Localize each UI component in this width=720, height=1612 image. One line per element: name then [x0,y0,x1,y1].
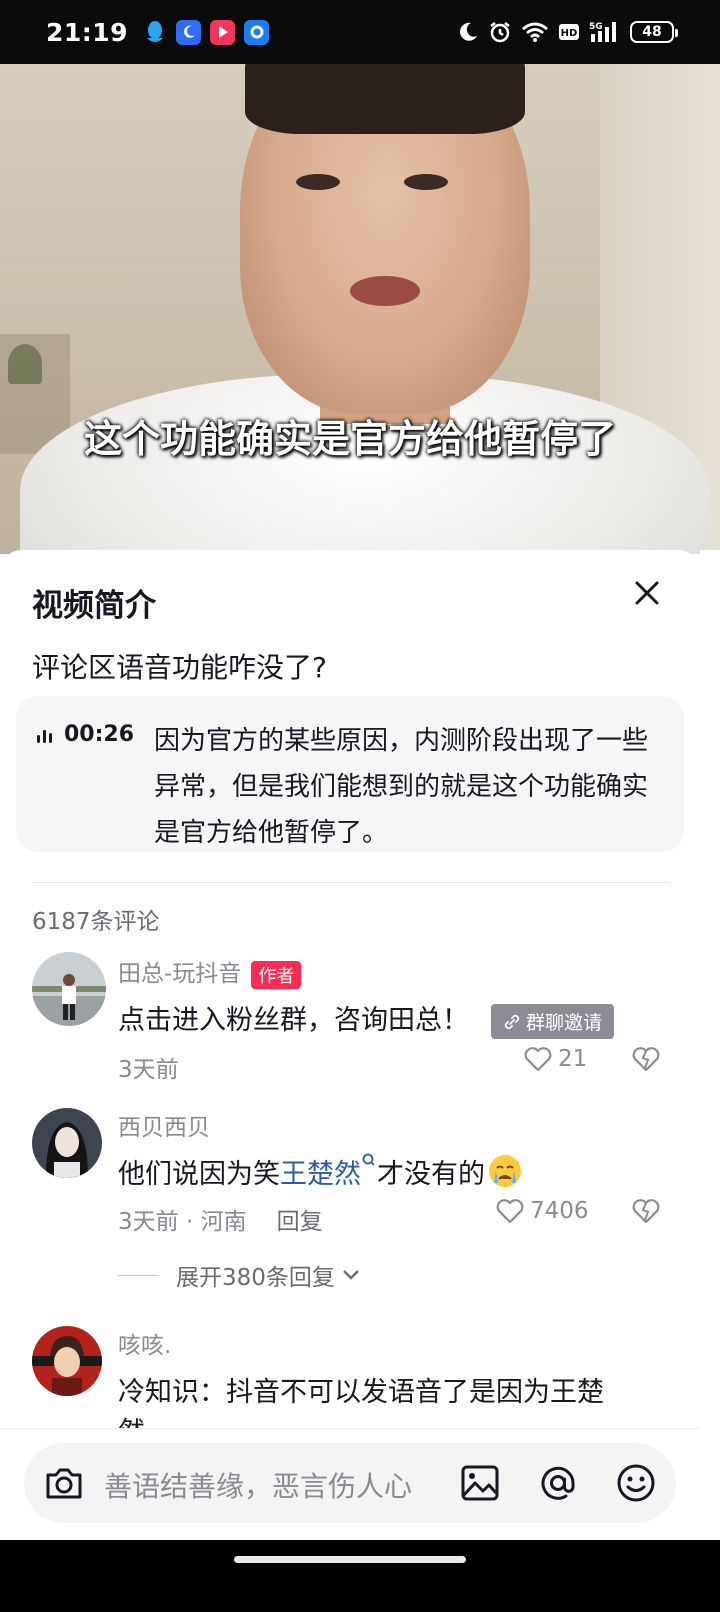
broken-heart-icon [632,1199,660,1224]
expand-divider [118,1274,158,1276]
summary-timestamp[interactable]: 00:26 [36,722,134,747]
svg-text:5G: 5G [589,22,603,32]
link-icon [504,1014,520,1029]
comment-input-bar: 善语结善缘，恶言伤人心 [0,1428,700,1552]
like-count: 21 [558,1046,588,1072]
hd-icon: HD [558,23,580,41]
emoji-icon[interactable] [614,1461,658,1509]
comment-text: 点击进入粉丝群，咨询田总！ 群聊邀请 [118,998,615,1039]
like-button[interactable]: 7406 [496,1198,589,1224]
like-button[interactable]: 21 [524,1046,587,1072]
ai-summary-card[interactable]: 00:26 因为官方的某些原因，内测阶段出现了一些异常，但是我们能想到的就是这个… [16,696,684,852]
comment-count: 6187条评论 [32,909,160,935]
svg-text:HD: HD [561,28,578,39]
chevron-down-icon [343,1270,359,1280]
summary-text: 因为官方的某些原因，内测阶段出现了一些异常，但是我们能想到的就是这个功能确实是官… [154,726,649,848]
reply-button[interactable]: 回复 [277,1209,323,1235]
dislike-button[interactable] [632,1198,660,1228]
video-player[interactable]: 这个功能确实是官方给他暂停了 [0,64,720,554]
expand-replies-button[interactable]: 展开380条回复 [118,1258,361,1292]
comment-author[interactable]: 田总-玩抖音 作者 [118,954,302,989]
notification-icons [142,19,270,45]
timestamp-text: 00:26 [64,722,135,747]
video-person-eye-left [296,174,340,190]
comment-input[interactable]: 善语结善缘，恶言伤人心 [24,1443,676,1523]
crying-emoji-icon [489,1155,521,1187]
status-bar: 21:19 HD 5G 48 [0,0,720,64]
comment-meta: 3天前 · 河南 回复 [118,1209,323,1235]
video-app-icon [210,19,236,45]
heart-icon [496,1199,524,1224]
audio-wave-icon [37,729,52,743]
dislike-button[interactable] [632,1046,660,1076]
author-badge: 作者 [251,960,302,989]
broken-heart-icon [632,1047,660,1072]
divider [32,882,670,883]
avatar[interactable] [32,1108,102,1178]
close-button[interactable] [626,572,668,614]
alarm-icon [488,20,512,44]
group-invite-button[interactable]: 群聊邀请 [491,1004,615,1039]
comment-item[interactable]: 咳咳. 冷知识：抖音不可以发语音了是因为王楚 然 [0,1324,700,1428]
comment-text: 冷知识：抖音不可以发语音了是因为王楚 [118,1377,604,1408]
comment-text: 他们说因为笑王楚然 才没有的 [118,1152,523,1191]
avatar[interactable] [32,1326,102,1396]
video-headline: 评论区语音功能咋没了? [32,651,327,684]
system-nav-bar [0,1540,720,1612]
video-person-eye-right [404,174,448,190]
sheet-edge [700,550,720,1612]
status-time: 21:19 [46,17,129,47]
home-indicator[interactable] [234,1556,466,1563]
battery-indicator: 48 [630,21,678,43]
system-status: HD 5G 48 [457,20,678,44]
image-icon[interactable] [458,1461,502,1509]
avatar[interactable] [32,952,106,1026]
comment-placeholder: 善语结善缘，恶言伤人心 [104,1470,413,1503]
search-link[interactable]: 王楚然 [280,1153,377,1190]
heart-icon [524,1047,552,1072]
video-person-mouth [350,276,420,306]
video-person-hair [245,64,525,134]
screen: 21:19 HD 5G 48 这个功能确实是官方给他暂停了 视频简介 评论区语音… [0,0,720,1612]
video-background-plant [8,344,42,384]
like-count: 7406 [530,1198,589,1224]
comment-meta: 3天前 [118,1057,179,1083]
close-icon [635,581,659,605]
comment-author[interactable]: 咳咳. [118,1326,171,1360]
comment-text-continued: 然 [118,1410,145,1428]
search-icon [362,1153,375,1166]
mention-icon[interactable] [536,1461,580,1509]
qq-icon [142,20,167,45]
moon-app-icon [176,19,202,45]
camera-icon[interactable] [42,1461,86,1509]
wifi-icon [521,21,549,43]
sheet-title: 视频简介 [32,588,156,624]
5g-signal-icon: 5G [589,20,621,44]
browser-app-icon [244,19,270,45]
comment-author[interactable]: 西贝西贝 [118,1108,210,1142]
video-subtitle: 这个功能确实是官方给他暂停了 [83,417,616,461]
do-not-disturb-icon [457,21,479,43]
